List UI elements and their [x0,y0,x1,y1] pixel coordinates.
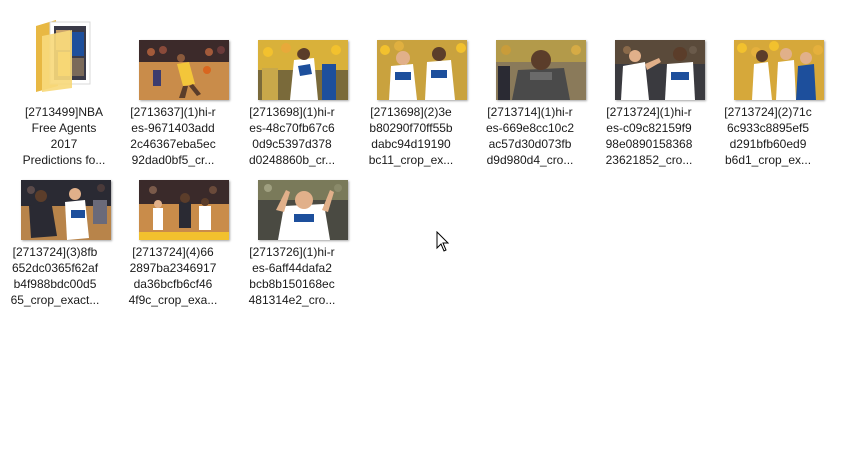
file-item-image-2713637[interactable]: [2713637](1)hi-r es-9671403add 2c46367eb… [118,40,230,178]
file-item-image-2713698-2[interactable]: [2713698](2)3e b80290f70ff55b dabc94d191… [356,40,468,178]
image-thumbnail-icon [615,40,705,100]
file-name-label: [2713724](3)8fb 652dc0365f62af b4f988bdc… [10,245,100,307]
file-explorer-pane: [2713499]NBA Free Agents 2017 Prediction… [0,0,851,467]
image-thumbnail-icon [21,180,111,240]
file-name-label: [2713698](1)hi-r es-48c70fb67c6 0d9c5397… [248,105,336,167]
image-thumbnail-icon [258,180,348,240]
mouse-pointer-icon [436,231,450,252]
file-name-label: [2713724](4)66 2897ba2346917 da36bcfb6cf… [128,245,218,307]
file-item-image-2713724-3[interactable]: [2713724](3)8fb 652dc0365f62af b4f988bdc… [0,180,112,318]
image-thumbnail-icon [377,40,467,100]
file-item-image-2713724-1[interactable]: [2713724](1)hi-r es-c09c82159f9 98e08901… [594,40,706,178]
image-thumbnail-icon [139,180,229,240]
file-item-image-2713726[interactable]: [2713726](1)hi-r es-6aff44dafa2 bcb8b150… [237,180,349,318]
folder-icon [36,20,91,92]
image-thumbnail-icon [258,40,348,100]
file-name-label: [2713637](1)hi-r es-9671403add 2c46367eb… [130,105,216,167]
image-thumbnail-icon [496,40,586,100]
file-name-label: [2713724](1)hi-r es-c09c82159f9 98e08901… [605,105,693,167]
file-name-label: [2713724](2)71c 6c933c8895ef5 d291bfb60e… [724,105,812,167]
file-item-image-2713724-4[interactable]: [2713724](4)66 2897ba2346917 da36bcfb6cf… [118,180,230,318]
file-item-image-2713698-1[interactable]: [2713698](1)hi-r es-48c70fb67c6 0d9c5397… [237,40,349,178]
file-item-folder-nba-free-agents[interactable]: [2713499]NBA Free Agents 2017 Prediction… [9,20,121,178]
image-thumbnail-icon [734,40,824,100]
file-name-label: [2713698](2)3e b80290f70ff55b dabc94d191… [368,105,454,167]
image-thumbnail-icon [139,40,229,100]
file-item-image-2713714[interactable]: [2713714](1)hi-r es-669e8cc10c2 ac57d30d… [475,40,587,178]
file-name-label: [2713499]NBA Free Agents 2017 Prediction… [22,105,106,167]
file-name-label: [2713726](1)hi-r es-6aff44dafa2 bcb8b150… [248,245,336,307]
file-item-image-2713724-2[interactable]: [2713724](2)71c 6c933c8895ef5 d291bfb60e… [713,40,825,178]
file-name-label: [2713714](1)hi-r es-669e8cc10c2 ac57d30d… [485,105,575,167]
